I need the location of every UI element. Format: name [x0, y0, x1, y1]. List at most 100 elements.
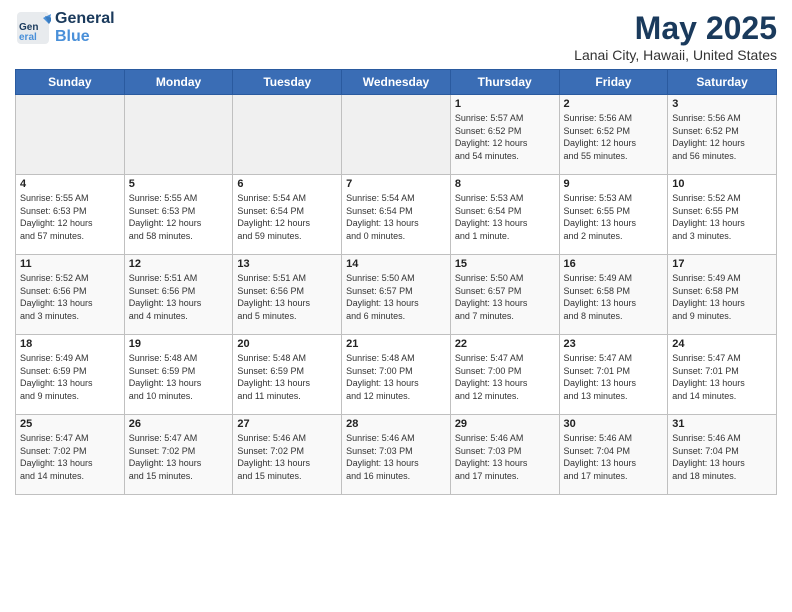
logo: Gen eral General Blue: [15, 10, 115, 46]
calendar-cell: 11Sunrise: 5:52 AM Sunset: 6:56 PM Dayli…: [16, 255, 125, 335]
day-number: 25: [20, 418, 120, 430]
calendar-cell: 10 Sunrise: 5:52 AM Sunset: 6:55 PM Dayli…: [668, 175, 777, 255]
calendar-cell: 26 Sunrise: 5:47 AM Sunset: 7:02 PM Dayli…: [124, 415, 233, 495]
day-info: Sunrise: 5:46 AM Sunset: 7:04 PM Dayligh…: [672, 432, 772, 482]
day-info: Sunrise: 5:57 AM Sunset: 6:52 PM Dayligh…: [455, 112, 555, 162]
day-number: 29: [455, 418, 555, 430]
day-number: 31: [672, 418, 772, 430]
calendar-cell: 13Sunrise: 5:51 AM Sunset: 6:56 PM Dayli…: [233, 255, 342, 335]
day-number: 22: [455, 338, 555, 350]
calendar-week-5: 25 Sunrise: 5:47 AM Sunset: 7:02 PM Dayli…: [16, 415, 777, 495]
svg-text:eral: eral: [19, 32, 37, 43]
day-number: 23: [564, 338, 664, 350]
calendar-cell: 19 Sunrise: 5:48 AM Sunset: 6:59 PM Dayli…: [124, 335, 233, 415]
day-number: 10: [672, 178, 772, 190]
calendar-cell: 18Sunrise: 5:49 AM Sunset: 6:59 PM Dayli…: [16, 335, 125, 415]
logo-general: General: [55, 10, 115, 28]
calendar-cell: 27 Sunrise: 5:46 AM Sunset: 7:02 PM Dayli…: [233, 415, 342, 495]
day-number: 6: [237, 178, 337, 190]
day-info: Sunrise: 5:52 AM Sunset: 6:55 PM Dayligh…: [672, 192, 772, 242]
day-info: Sunrise: 5:54 AM Sunset: 6:54 PM Dayligh…: [346, 192, 446, 242]
day-number: 20: [237, 338, 337, 350]
day-info: Sunrise: 5:46 AM Sunset: 7:03 PM Dayligh…: [346, 432, 446, 482]
calendar-cell: 6Sunrise: 5:54 AM Sunset: 6:54 PM Daylig…: [233, 175, 342, 255]
calendar-cell: [16, 95, 125, 175]
calendar: SundayMondayTuesdayWednesdayThursdayFrid…: [15, 69, 777, 495]
day-number: 2: [564, 98, 664, 110]
calendar-cell: 24Sunrise: 5:47 AM Sunset: 7:01 PM Dayli…: [668, 335, 777, 415]
day-number: 19: [129, 338, 229, 350]
day-info: Sunrise: 5:49 AM Sunset: 6:58 PM Dayligh…: [564, 272, 664, 322]
day-info: Sunrise: 5:51 AM Sunset: 6:56 PM Dayligh…: [237, 272, 337, 322]
day-info: Sunrise: 5:47 AM Sunset: 7:02 PM Dayligh…: [129, 432, 229, 482]
day-info: Sunrise: 5:46 AM Sunset: 7:03 PM Dayligh…: [455, 432, 555, 482]
calendar-cell: 20 Sunrise: 5:48 AM Sunset: 6:59 PM Dayli…: [233, 335, 342, 415]
day-number: 3: [672, 98, 772, 110]
subtitle: Lanai City, Hawaii, United States: [574, 47, 777, 63]
calendar-cell: 7 Sunrise: 5:54 AM Sunset: 6:54 PM Daylig…: [342, 175, 451, 255]
day-info: Sunrise: 5:50 AM Sunset: 6:57 PM Dayligh…: [346, 272, 446, 322]
calendar-cell: 31 Sunrise: 5:46 AM Sunset: 7:04 PM Dayli…: [668, 415, 777, 495]
calendar-header-row: SundayMondayTuesdayWednesdayThursdayFrid…: [16, 70, 777, 95]
calendar-week-3: 11Sunrise: 5:52 AM Sunset: 6:56 PM Dayli…: [16, 255, 777, 335]
day-number: 7: [346, 178, 446, 190]
day-number: 26: [129, 418, 229, 430]
day-info: Sunrise: 5:46 AM Sunset: 7:02 PM Dayligh…: [237, 432, 337, 482]
calendar-cell: 28 Sunrise: 5:46 AM Sunset: 7:03 PM Dayli…: [342, 415, 451, 495]
calendar-cell: 9Sunrise: 5:53 AM Sunset: 6:55 PM Daylig…: [559, 175, 668, 255]
day-info: Sunrise: 5:51 AM Sunset: 6:56 PM Dayligh…: [129, 272, 229, 322]
day-number: 27: [237, 418, 337, 430]
day-number: 15: [455, 258, 555, 270]
title-section: May 2025 Lanai City, Hawaii, United Stat…: [574, 10, 777, 63]
day-info: Sunrise: 5:56 AM Sunset: 6:52 PM Dayligh…: [564, 112, 664, 162]
day-info: Sunrise: 5:55 AM Sunset: 6:53 PM Dayligh…: [129, 192, 229, 242]
day-info: Sunrise: 5:47 AM Sunset: 7:01 PM Dayligh…: [564, 352, 664, 402]
day-info: Sunrise: 5:48 AM Sunset: 6:59 PM Dayligh…: [237, 352, 337, 402]
calendar-week-2: 4 Sunrise: 5:55 AM Sunset: 6:53 PM Daylig…: [16, 175, 777, 255]
day-number: 18: [20, 338, 120, 350]
day-info: Sunrise: 5:50 AM Sunset: 6:57 PM Dayligh…: [455, 272, 555, 322]
calendar-cell: [233, 95, 342, 175]
calendar-cell: 5 Sunrise: 5:55 AM Sunset: 6:53 PM Daylig…: [124, 175, 233, 255]
day-number: 30: [564, 418, 664, 430]
calendar-cell: 29 Sunrise: 5:46 AM Sunset: 7:03 PM Dayli…: [450, 415, 559, 495]
logo-blue: Blue: [55, 28, 115, 46]
day-info: Sunrise: 5:48 AM Sunset: 7:00 PM Dayligh…: [346, 352, 446, 402]
calendar-cell: 23 Sunrise: 5:47 AM Sunset: 7:01 PM Dayli…: [559, 335, 668, 415]
day-number: 21: [346, 338, 446, 350]
calendar-cell: 4Sunrise: 5:55 AM Sunset: 6:53 PM Daylig…: [16, 175, 125, 255]
day-number: 11: [20, 258, 120, 270]
day-header-thursday: Thursday: [450, 70, 559, 95]
day-info: Sunrise: 5:56 AM Sunset: 6:52 PM Dayligh…: [672, 112, 772, 162]
header: Gen eral General Blue May 2025 Lanai Cit…: [15, 10, 777, 63]
day-number: 16: [564, 258, 664, 270]
day-header-sunday: Sunday: [16, 70, 125, 95]
calendar-cell: 8Sunrise: 5:53 AM Sunset: 6:54 PM Daylig…: [450, 175, 559, 255]
calendar-week-4: 18Sunrise: 5:49 AM Sunset: 6:59 PM Dayli…: [16, 335, 777, 415]
day-number: 14: [346, 258, 446, 270]
day-info: Sunrise: 5:47 AM Sunset: 7:01 PM Dayligh…: [672, 352, 772, 402]
calendar-cell: 12Sunrise: 5:51 AM Sunset: 6:56 PM Dayli…: [124, 255, 233, 335]
calendar-cell: 3 Sunrise: 5:56 AM Sunset: 6:52 PM Daylig…: [668, 95, 777, 175]
day-info: Sunrise: 5:48 AM Sunset: 6:59 PM Dayligh…: [129, 352, 229, 402]
calendar-cell: 16 Sunrise: 5:49 AM Sunset: 6:58 PM Dayli…: [559, 255, 668, 335]
main-title: May 2025: [574, 10, 777, 47]
day-number: 4: [20, 178, 120, 190]
day-number: 28: [346, 418, 446, 430]
day-header-wednesday: Wednesday: [342, 70, 451, 95]
day-header-tuesday: Tuesday: [233, 70, 342, 95]
day-header-friday: Friday: [559, 70, 668, 95]
day-number: 9: [564, 178, 664, 190]
day-info: Sunrise: 5:47 AM Sunset: 7:02 PM Dayligh…: [20, 432, 120, 482]
calendar-week-1: 1Sunrise: 5:57 AM Sunset: 6:52 PM Daylig…: [16, 95, 777, 175]
calendar-cell: 22 Sunrise: 5:47 AM Sunset: 7:00 PM Dayli…: [450, 335, 559, 415]
calendar-cell: 15 Sunrise: 5:50 AM Sunset: 6:57 PM Dayli…: [450, 255, 559, 335]
calendar-cell: [124, 95, 233, 175]
day-info: Sunrise: 5:47 AM Sunset: 7:00 PM Dayligh…: [455, 352, 555, 402]
logo-text: General Blue: [55, 10, 115, 45]
day-number: 8: [455, 178, 555, 190]
day-number: 5: [129, 178, 229, 190]
calendar-cell: 17Sunrise: 5:49 AM Sunset: 6:58 PM Dayli…: [668, 255, 777, 335]
logo-icon: Gen eral: [15, 10, 51, 46]
calendar-cell: 21 Sunrise: 5:48 AM Sunset: 7:00 PM Dayli…: [342, 335, 451, 415]
